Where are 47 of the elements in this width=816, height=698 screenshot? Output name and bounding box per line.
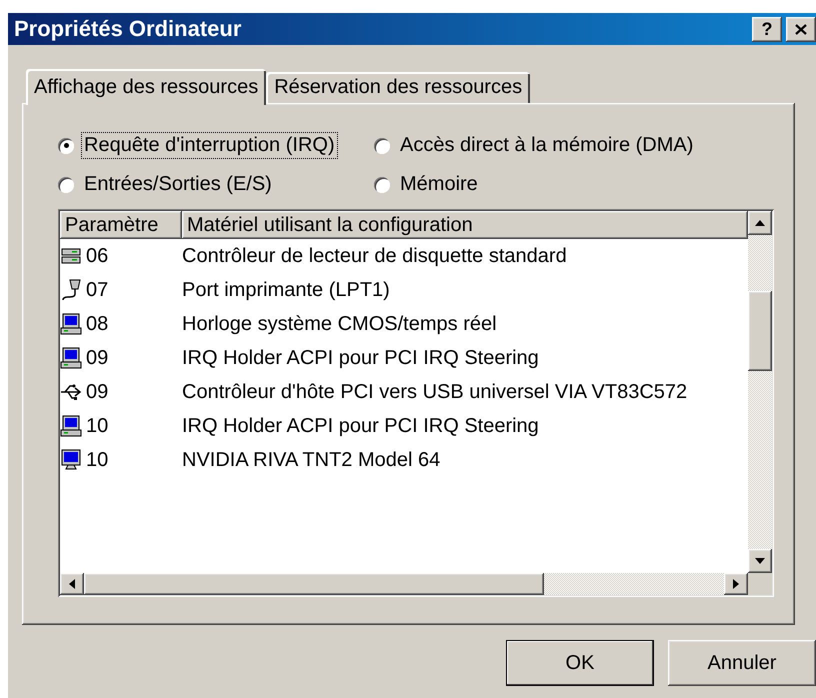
table-cell-text: 09 — [86, 346, 110, 370]
drive-icon — [60, 246, 82, 266]
table-cell: Contrôleur d'hôte PCI vers USB universel VIA VT83C572 — [182, 380, 688, 404]
column-header[interactable]: Matériel utilisant la configuration — [182, 211, 748, 239]
radio-label[interactable]: Mémoire — [398, 172, 480, 197]
computer-icon — [60, 347, 82, 369]
scrollbar-corner — [748, 573, 772, 595]
table-cell-text: 08 — [86, 312, 110, 336]
radio-button[interactable] — [58, 138, 74, 154]
table-cell: Horloge système CMOS/temps réel — [182, 312, 497, 336]
table-cell-text: 07 — [86, 278, 110, 302]
table-cell: NVIDIA RIVA TNT2 Model 64 — [182, 448, 440, 472]
table-cell-text: 10 — [86, 448, 110, 472]
table-cell: Contrôleur de lecteur de disquette standard — [182, 244, 567, 268]
radio-label[interactable]: Entrées/Sorties (E/S) — [82, 172, 274, 197]
computer-icon — [60, 415, 82, 437]
scroll-thumb[interactable] — [84, 573, 544, 595]
right-arrow-icon — [733, 579, 739, 589]
radio-button[interactable] — [374, 138, 390, 154]
radio-button[interactable] — [58, 176, 74, 192]
left-arrow-icon — [69, 579, 75, 589]
horizontal-scrollbar[interactable] — [60, 573, 748, 595]
column-header[interactable]: Paramètre — [60, 211, 182, 239]
close-icon — [795, 24, 807, 34]
cancel-button[interactable]: Annuler — [668, 640, 816, 686]
up-arrow-icon — [755, 220, 765, 226]
table-cell: IRQ Holder ACPI pour PCI IRQ Steering — [182, 414, 539, 438]
down-arrow-icon — [755, 558, 765, 564]
help-button[interactable]: ? — [752, 16, 782, 42]
monitor-icon — [60, 449, 82, 471]
window-title: Propriétés Ordinateur — [14, 16, 242, 42]
tab[interactable]: Réservation des ressources — [266, 72, 530, 103]
table-cell: IRQ Holder ACPI pour PCI IRQ Steering — [182, 346, 539, 370]
radio-label[interactable]: Requête d'interruption (IRQ) — [82, 133, 337, 158]
radio-button[interactable] — [374, 176, 390, 192]
table-cell-text: 10 — [86, 414, 110, 438]
connector-icon — [60, 279, 82, 301]
radio-label[interactable]: Accès direct à la mémoire (DMA) — [398, 133, 696, 158]
scroll-thumb[interactable] — [748, 291, 772, 371]
ok-button[interactable]: OK — [506, 640, 654, 686]
close-button[interactable] — [786, 16, 816, 42]
computer-icon — [60, 313, 82, 335]
tab[interactable]: Affichage des ressources — [26, 69, 266, 105]
table-cell-text: 06 — [86, 244, 110, 268]
vertical-scrollbar[interactable] — [748, 211, 772, 573]
table-cell-text: 09 — [86, 380, 110, 404]
table-cell: Port imprimante (LPT1) — [182, 278, 390, 302]
